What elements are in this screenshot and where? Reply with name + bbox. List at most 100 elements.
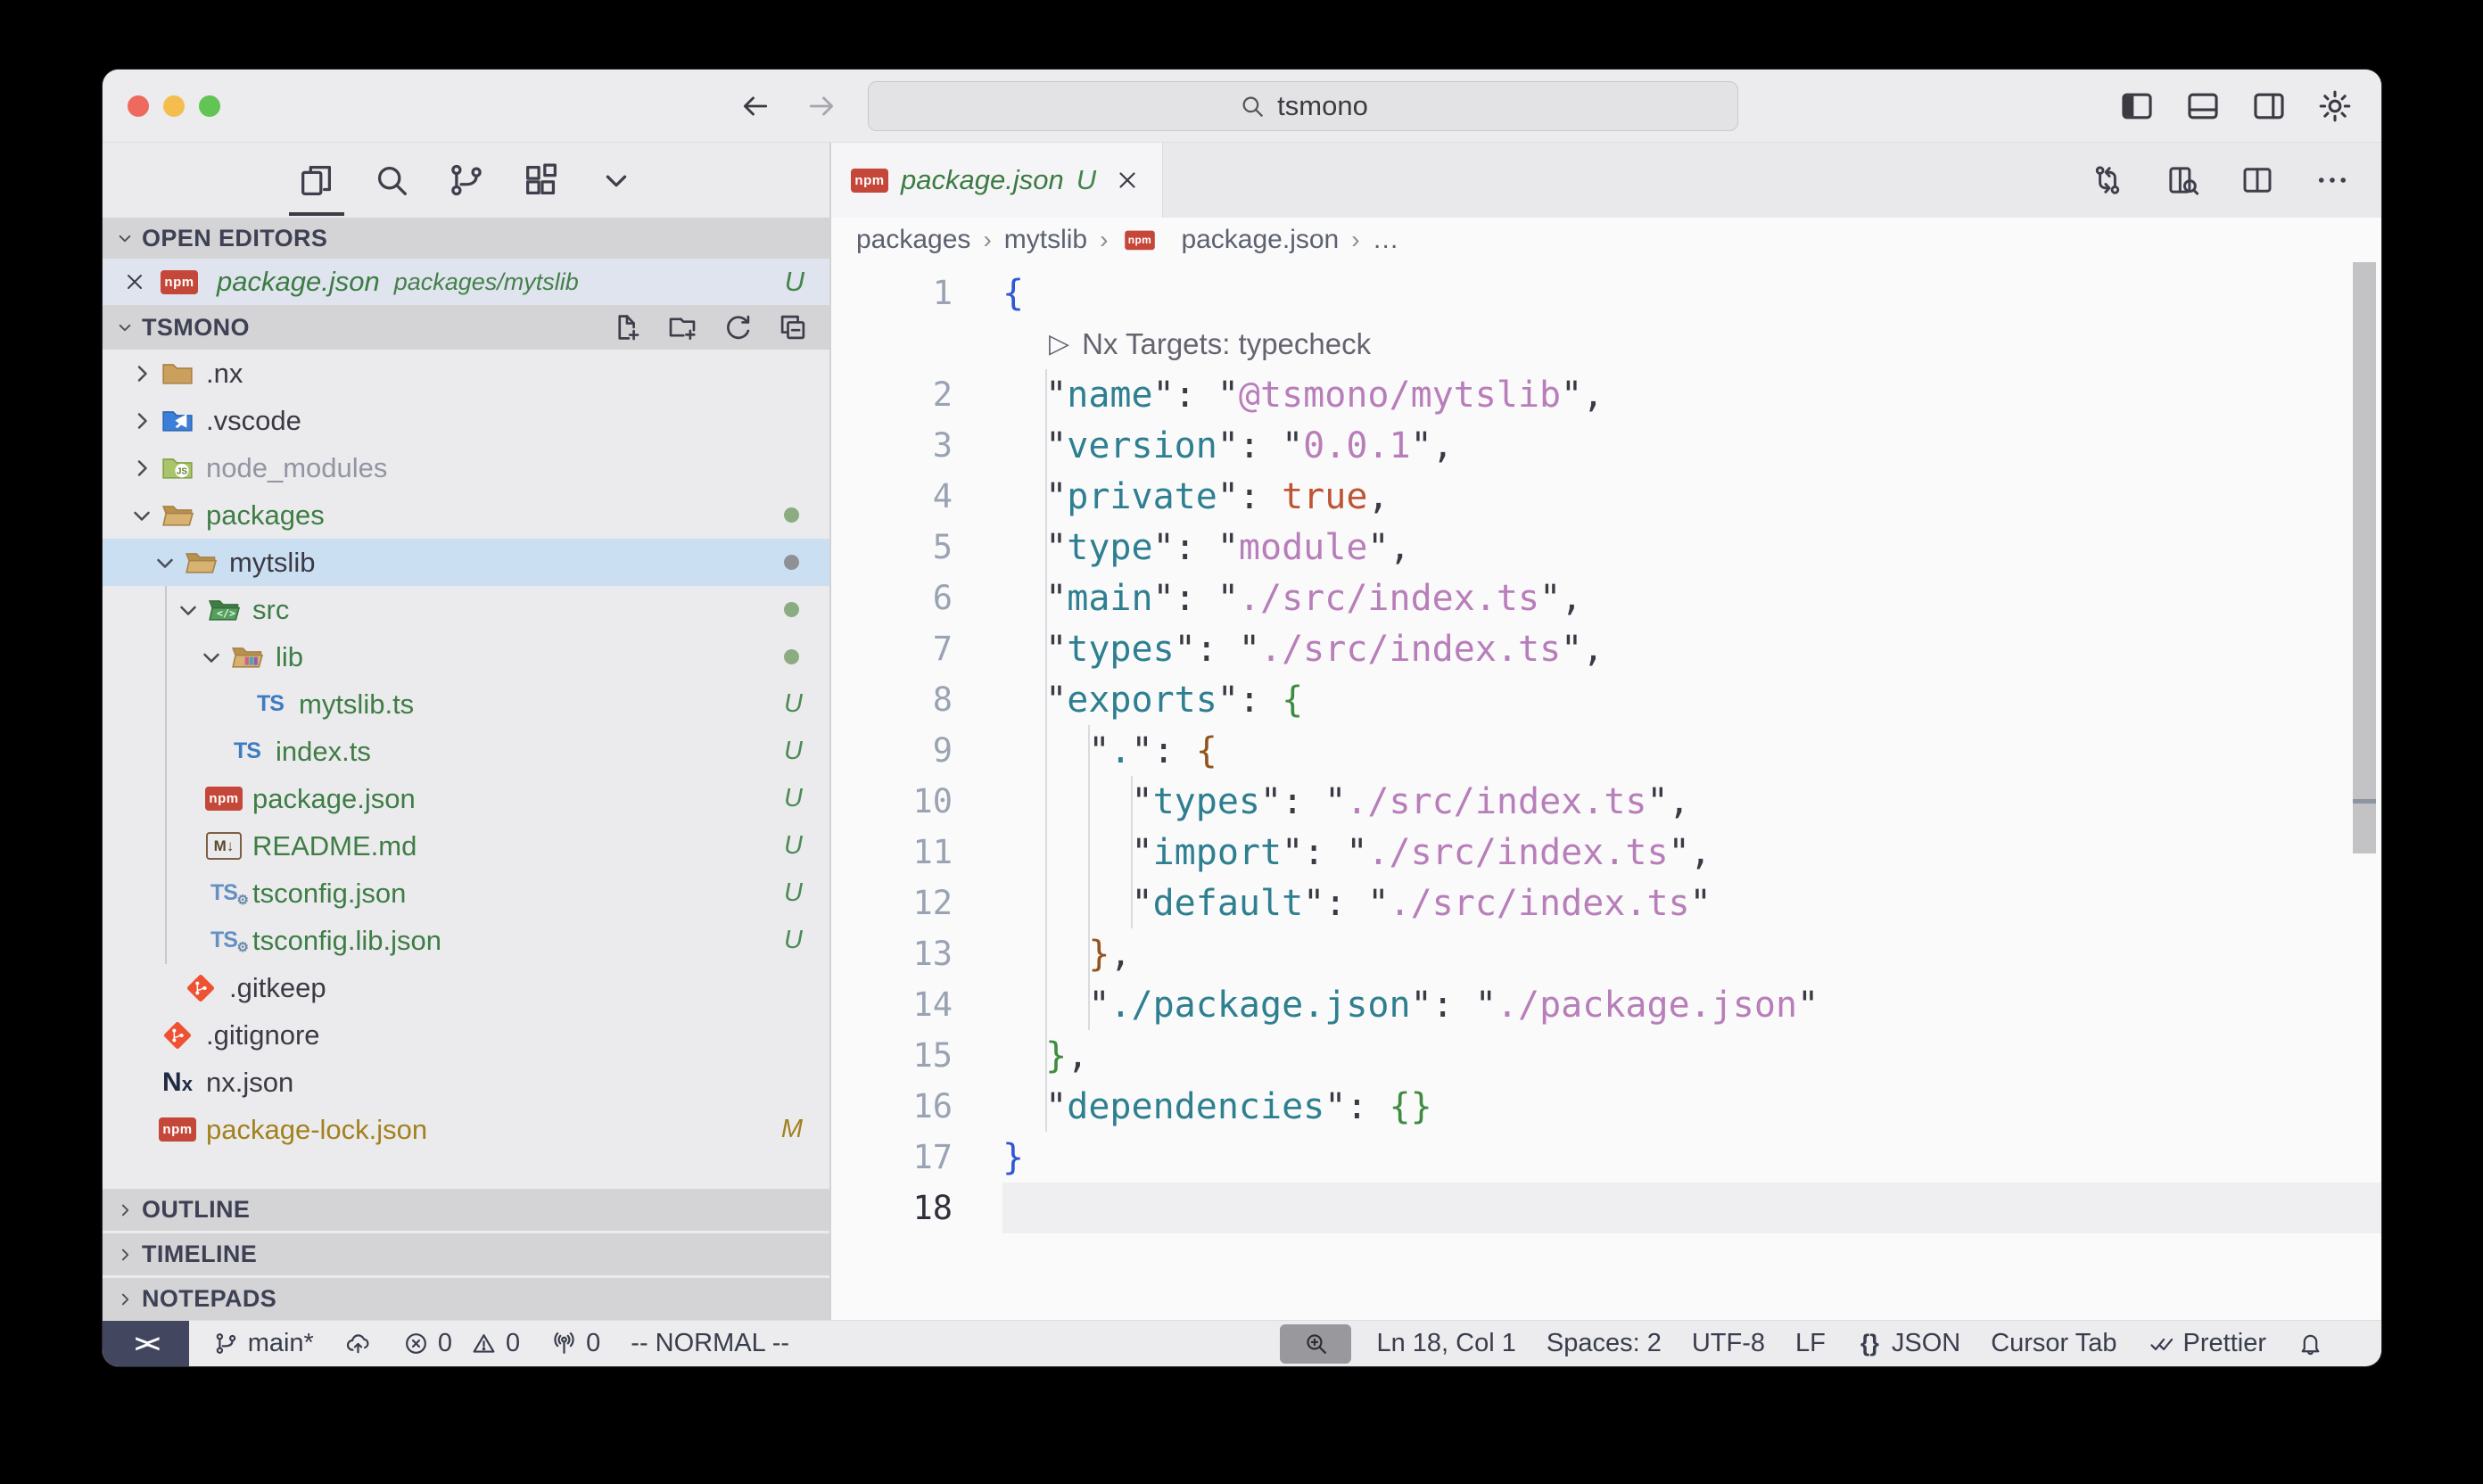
refresh-explorer-button[interactable]: [721, 310, 755, 344]
breadcrumb-item-[interactable]: …: [1373, 225, 1399, 255]
code-line-3[interactable]: 3 "version": "0.0.1",: [831, 420, 2381, 471]
split-editor-button[interactable]: [2239, 161, 2276, 199]
status-language-mode[interactable]: {}JSON: [1856, 1329, 1960, 1358]
code-line-4[interactable]: 4 "private": true,: [831, 471, 2381, 522]
tree-item-vscode[interactable]: .vscode: [103, 397, 829, 444]
code-line-12[interactable]: 12 "default": "./src/index.ts": [831, 878, 2381, 928]
scrollbar-thumb[interactable]: [2353, 262, 2376, 799]
chevron-right-icon[interactable]: [126, 358, 158, 390]
tree-item-package-json[interactable]: npmpackage.jsonU: [103, 775, 829, 822]
breadcrumb-item-packages[interactable]: packages: [856, 225, 970, 255]
layout-sidebar-left-icon[interactable]: [2117, 87, 2157, 126]
status-formatter[interactable]: Prettier: [2148, 1329, 2266, 1358]
tab-package-json[interactable]: npm package.json U: [831, 143, 1163, 218]
tree-item-tsconfig-json[interactable]: TS⚙tsconfig.jsonU: [103, 870, 829, 917]
status-cursor-tab[interactable]: Cursor Tab: [1991, 1329, 2116, 1358]
breadcrumb-item-mytslib[interactable]: mytslib: [1004, 225, 1087, 255]
tree-item-readme-md[interactable]: M↓README.mdU: [103, 822, 829, 870]
tree-item-index-ts[interactable]: TSindex.tsU: [103, 728, 829, 775]
forward-button[interactable]: [804, 88, 839, 124]
status-sync-changes[interactable]: [344, 1330, 372, 1357]
status-errors[interactable]: 0: [402, 1329, 452, 1358]
close-editor-icon[interactable]: [122, 269, 147, 294]
code-line-15[interactable]: 15 },: [831, 1030, 2381, 1081]
tree-item-package-lock-json[interactable]: npmpackage-lock.jsonM: [103, 1106, 829, 1153]
code-line-8[interactable]: 8 "exports": {: [831, 674, 2381, 725]
layout-sidebar-right-icon[interactable]: [2249, 87, 2289, 126]
breadcrumb-item-package-json[interactable]: package.json: [1181, 225, 1339, 255]
status-vim-mode[interactable]: -- NORMAL --: [631, 1329, 789, 1358]
scrollbar-thumb-lower[interactable]: [2353, 804, 2376, 853]
tree-item-nx[interactable]: .nx: [103, 350, 829, 397]
code-line-1[interactable]: 1{: [831, 268, 2381, 318]
gear-icon[interactable]: [2315, 87, 2355, 126]
outline-section[interactable]: OUTLINE: [103, 1189, 829, 1231]
code-line-10[interactable]: 10 "types": "./src/index.ts",: [831, 776, 2381, 827]
code-line-17[interactable]: 17}: [831, 1132, 2381, 1183]
minimize-window-button[interactable]: [163, 95, 185, 117]
activity-item-explorer[interactable]: [296, 143, 337, 218]
tree-item-gitkeep[interactable]: .gitkeep: [103, 964, 829, 1011]
code-line-2[interactable]: 2 "name": "@tsmono/mytslib",: [831, 369, 2381, 420]
back-button[interactable]: [738, 88, 773, 124]
code-line-5[interactable]: 5 "type": "module",: [831, 522, 2381, 573]
chevron-down-icon[interactable]: [195, 641, 227, 673]
open-editor-item[interactable]: npm package.json packages/mytslib U: [103, 259, 829, 305]
new-folder-button[interactable]: [665, 310, 699, 344]
tree-item-nx-json[interactable]: Nxnx.json: [103, 1059, 829, 1106]
close-tab-icon[interactable]: [1114, 167, 1141, 194]
status-git-branch[interactable]: main*: [212, 1329, 314, 1358]
new-file-button[interactable]: [610, 310, 644, 344]
tree-item-node-modules[interactable]: JSnode_modules: [103, 444, 829, 491]
status-eol[interactable]: LF: [1795, 1329, 1826, 1358]
notepads-section[interactable]: NOTEPADS: [103, 1278, 829, 1320]
code-line-7[interactable]: 7 "types": "./src/index.ts",: [831, 623, 2381, 674]
code-line-6[interactable]: 6 "main": "./src/index.ts",: [831, 573, 2381, 623]
chevron-down-icon[interactable]: [172, 594, 204, 626]
activity-item-extensions[interactable]: [521, 143, 562, 218]
activity-item-more-views[interactable]: [596, 143, 637, 218]
status-remote-indicator[interactable]: ><: [103, 1321, 189, 1366]
activity-item-source-control[interactable]: [446, 143, 487, 218]
status-encoding[interactable]: UTF-8: [1692, 1329, 1765, 1358]
activity-item-search[interactable]: [371, 143, 412, 218]
code-line-14[interactable]: 14 "./package.json": "./package.json": [831, 979, 2381, 1030]
code-editor[interactable]: 1{ ▷Nx Targets: typecheck 2 "name": "@tsmo…: [831, 262, 2381, 1320]
command-center-search[interactable]: tsmono: [868, 81, 1738, 131]
tree-item-tsconfig-lib-json[interactable]: TS⚙tsconfig.lib.jsonU: [103, 917, 829, 964]
code-line-9[interactable]: 9 ".": {: [831, 725, 2381, 776]
tree-item-src[interactable]: </>src: [103, 586, 829, 633]
project-section-header[interactable]: TSMONO: [103, 305, 829, 350]
code-line-16[interactable]: 16 "dependencies": {}: [831, 1081, 2381, 1132]
editor-scrollbar[interactable]: [2353, 262, 2376, 853]
chevron-right-icon[interactable]: [126, 452, 158, 484]
open-changes-editor-button[interactable]: [2164, 161, 2201, 199]
close-window-button[interactable]: [128, 95, 149, 117]
status-warnings[interactable]: 0: [470, 1329, 520, 1358]
compare-changes-button[interactable]: [2089, 161, 2126, 199]
code-line-18[interactable]: 18: [831, 1183, 2381, 1233]
status-ports[interactable]: 0: [550, 1329, 600, 1358]
status-cursor-position[interactable]: Ln 18, Col 1: [1376, 1329, 1515, 1358]
layout-panel-icon[interactable]: [2183, 87, 2223, 126]
tree-item-mytslib-ts[interactable]: TSmytslib.tsU: [103, 680, 829, 728]
tree-item-gitignore[interactable]: .gitignore: [103, 1011, 829, 1059]
codelens-row[interactable]: ▷Nx Targets: typecheck: [831, 318, 2381, 369]
timeline-section[interactable]: TIMELINE: [103, 1233, 829, 1275]
tree-item-lib[interactable]: lib: [103, 633, 829, 680]
codelens-action[interactable]: ▷Nx Targets: typecheck: [1002, 327, 1371, 361]
status-indentation[interactable]: Spaces: 2: [1547, 1329, 1662, 1358]
maximize-window-button[interactable]: [199, 95, 220, 117]
tree-item-packages[interactable]: packages: [103, 491, 829, 539]
code-line-13[interactable]: 13 },: [831, 928, 2381, 979]
more-actions-button[interactable]: [2314, 161, 2351, 199]
chevron-right-icon[interactable]: [126, 405, 158, 437]
tree-item-mytslib[interactable]: mytslib: [103, 539, 829, 586]
collapse-folders-button[interactable]: [776, 310, 810, 344]
status-zoom-indicator[interactable]: [1280, 1324, 1351, 1364]
code-line-11[interactable]: 11 "import": "./src/index.ts",: [831, 827, 2381, 878]
status-notifications[interactable]: [2297, 1330, 2324, 1357]
chevron-down-icon[interactable]: [149, 547, 181, 579]
chevron-down-icon[interactable]: [126, 499, 158, 532]
open-editors-header[interactable]: OPEN EDITORS: [103, 218, 829, 259]
